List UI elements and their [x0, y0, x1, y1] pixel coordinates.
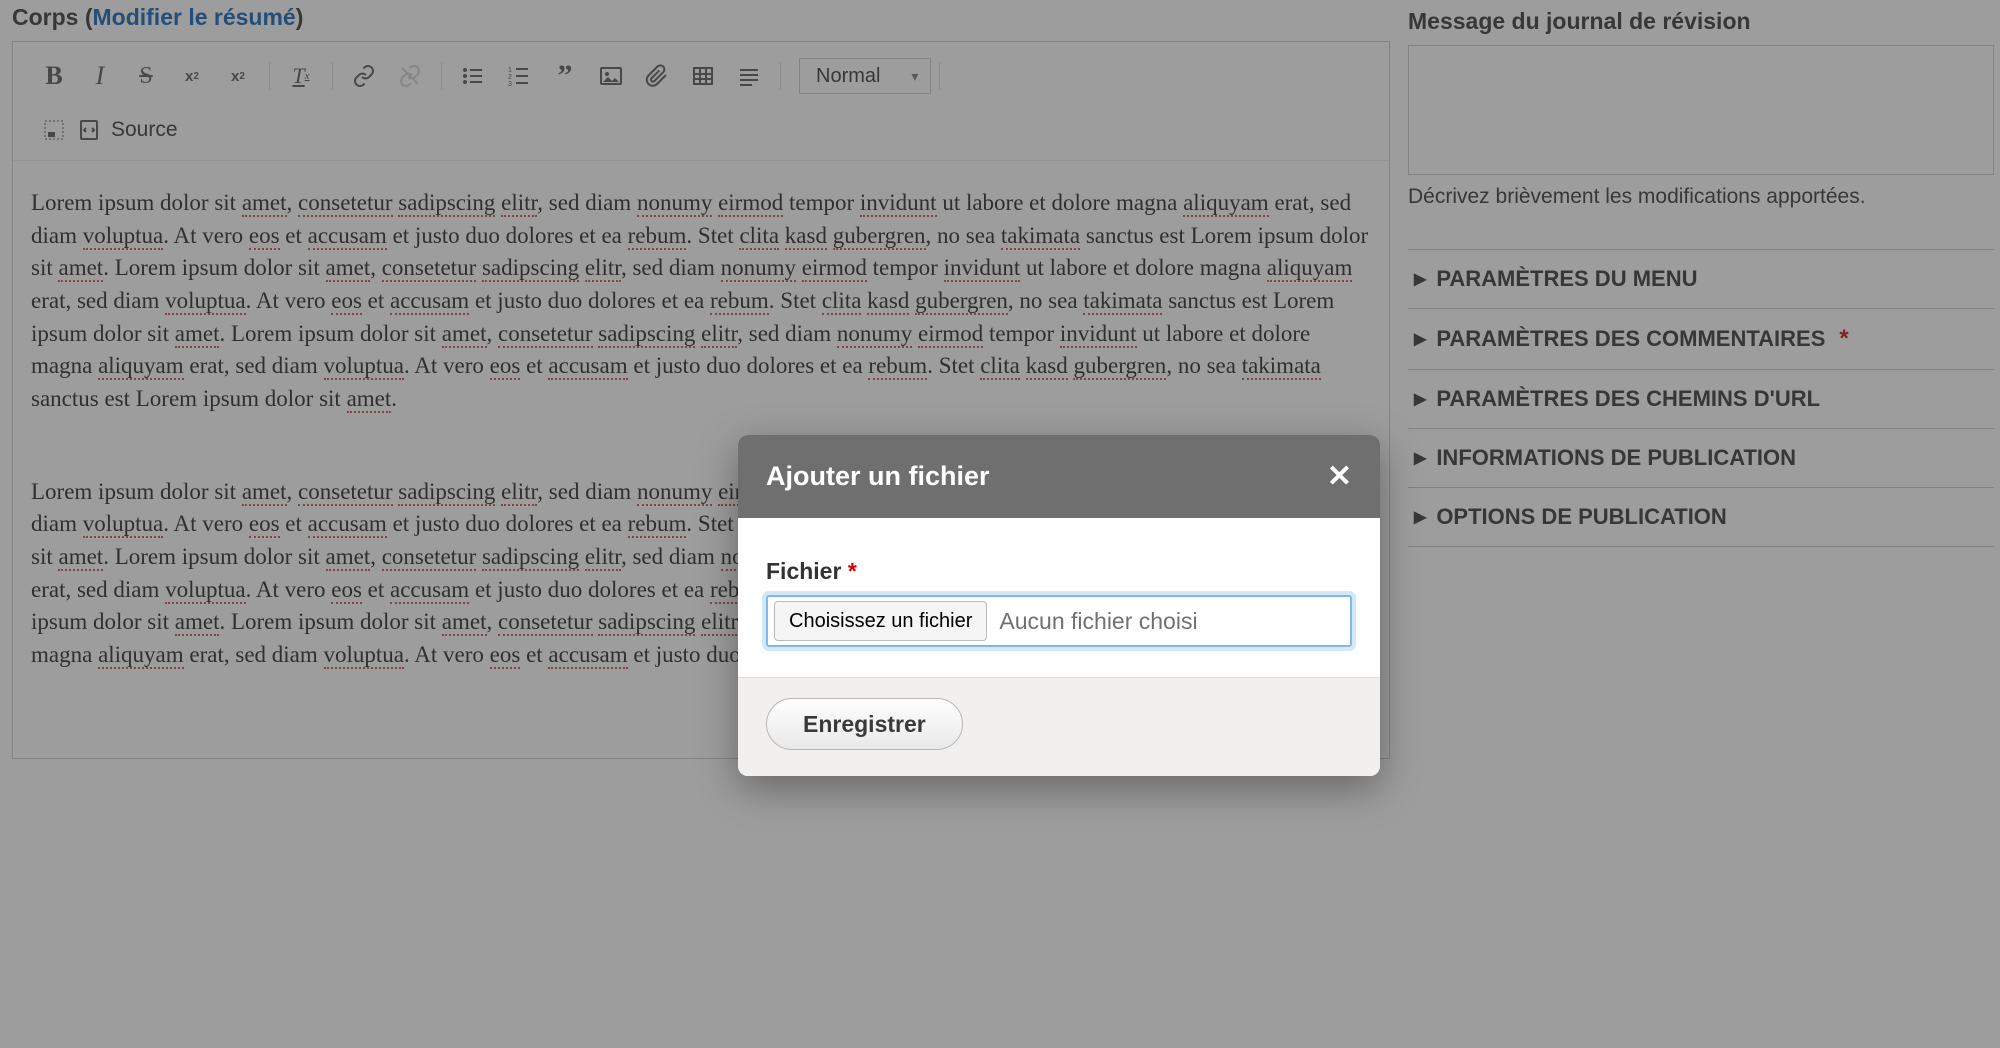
save-button[interactable]: Enregistrer: [766, 698, 963, 750]
required-mark: *: [848, 558, 857, 584]
file-label-text: Fichier: [766, 558, 841, 584]
file-input[interactable]: Choisissez un fichier Aucun fichier choi…: [766, 595, 1352, 647]
modal-header: Ajouter un fichier ✕: [738, 435, 1380, 518]
add-file-modal: Ajouter un fichier ✕ Fichier * Choisisse…: [738, 435, 1380, 776]
choose-file-button[interactable]: Choisissez un fichier: [774, 601, 987, 641]
modal-body: Fichier * Choisissez un fichier Aucun fi…: [738, 518, 1380, 677]
file-status-text: Aucun fichier choisi: [999, 608, 1197, 635]
file-field-label: Fichier *: [766, 558, 1352, 585]
modal-title: Ajouter un fichier: [766, 461, 990, 492]
modal-close-button[interactable]: ✕: [1327, 459, 1352, 494]
close-icon: ✕: [1327, 460, 1352, 493]
modal-footer: Enregistrer: [738, 677, 1380, 776]
